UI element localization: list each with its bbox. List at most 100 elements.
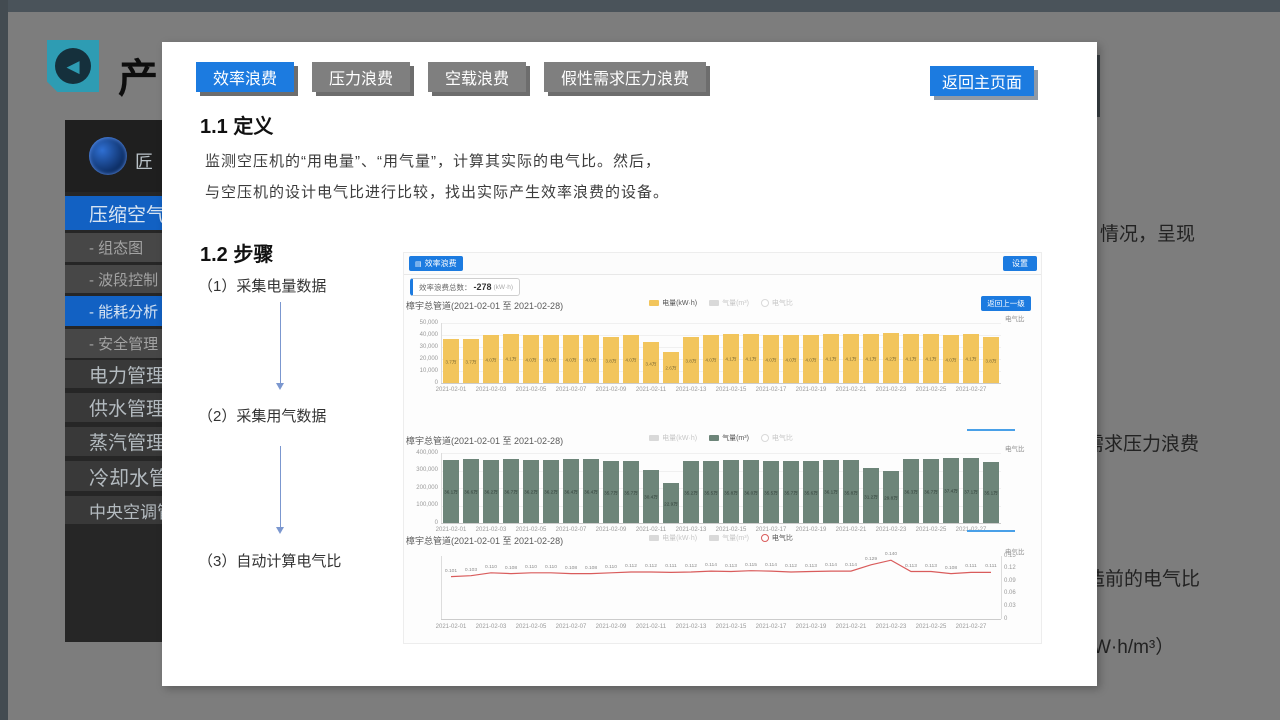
waste-tabs: 效率浪费压力浪费空载浪费假性需求压力浪费 [196, 62, 706, 92]
x-tick-label: 2021-02-21 [836, 624, 867, 630]
x-tick-label: 2021-02-11 [636, 624, 666, 630]
chart-3: 樟宇总管道(2021-02-01 至 2021-02-28)电量(kW·h)气量… [404, 253, 1041, 643]
x-tick-label: 2021-02-25 [916, 624, 947, 630]
point-value-label: 0.111 [665, 564, 677, 569]
embedded-screenshot: ▤ 效率浪费 设置 效率浪费总数： -278 (kW·h) 返回上一级 樟宇总管… [403, 252, 1042, 644]
app-logo-icon [89, 137, 127, 175]
point-value-label: 0.111 [965, 564, 977, 569]
point-value-label: 0.110 [545, 564, 557, 569]
point-value-label: 0.108 [505, 565, 517, 570]
chart-legend: 电量(kW·h) 气量(m³) 电气比 [441, 533, 1001, 543]
top-edge-strip [0, 0, 1280, 12]
background-text-fragment: W·h/m³） [1093, 632, 1174, 659]
step-item-3: （3）自动计算电气比 [198, 550, 341, 571]
sidebar-item[interactable]: - 组态图 [65, 233, 175, 262]
point-value-label: 0.111 [985, 564, 997, 569]
right-tick-label: 0.06 [1004, 590, 1016, 596]
background-text-fragment: 情况，呈现 [1100, 219, 1195, 246]
x-tick-label: 2021-02-07 [556, 624, 587, 630]
sidebar-item[interactable]: - 能耗分析 [65, 296, 175, 326]
x-tick-label: 2021-02-09 [596, 624, 627, 630]
background-text-fragment: 造前的电气比 [1086, 564, 1200, 591]
background-text-fragment: 需求压力浪费 [1085, 429, 1199, 456]
sidebar-item[interactable]: 供水管理 [65, 393, 175, 424]
sidebar-item[interactable]: 电力管理 [65, 360, 175, 390]
back-icon: ◀ [55, 48, 91, 84]
scroll-indicator [967, 530, 1015, 532]
sidebar-item[interactable]: 蒸汽管理 [65, 427, 175, 458]
x-tick-label: 2021-02-13 [676, 624, 707, 630]
point-value-label: 0.113 [725, 563, 737, 568]
point-value-label: 0.108 [945, 565, 957, 570]
point-value-label: 0.108 [565, 565, 577, 570]
sidebar-brand-label: 匠 [135, 148, 153, 174]
definition-line-2: 与空压机的设计电气比进行比较，找出实际产生效率浪费的设备。 [205, 181, 669, 202]
right-axis-line [1001, 556, 1002, 619]
slide-stage: ◀ 产品 匠 压缩空气- 组态图- 波段控制- 能耗分析- 安全管理电力管理供水… [0, 0, 1280, 720]
point-value-label: 0.140 [885, 552, 897, 557]
x-tick-label: 2021-02-27 [956, 624, 987, 630]
x-tick-label: 2021-02-05 [516, 624, 547, 630]
point-value-label: 0.110 [485, 564, 497, 569]
step-item-1: （1）采集电量数据 [198, 275, 326, 296]
sidebar-item[interactable]: 冷却水管 [65, 461, 175, 493]
point-value-label: 0.112 [785, 563, 797, 568]
background-artifact [1097, 55, 1100, 117]
point-value-label: 0.114 [765, 563, 777, 568]
x-tick-label: 2021-02-23 [876, 624, 907, 630]
down-arrow [280, 446, 281, 532]
sidebar-item[interactable]: - 安全管理 [65, 329, 175, 358]
sidebar-item[interactable]: 压缩空气 [65, 196, 175, 230]
point-value-label: 0.113 [905, 563, 917, 568]
steps-heading: 1.2 步骤 [200, 238, 273, 267]
sidebar-item[interactable]: 中央空调管 [65, 496, 175, 526]
tab-false-demand-waste[interactable]: 假性需求压力浪费 [544, 62, 706, 92]
x-tick-label: 2021-02-19 [796, 624, 827, 630]
x-axis-line [441, 619, 1001, 620]
down-arrow [280, 302, 281, 388]
definition-heading: 1.1 定义 [200, 110, 273, 139]
point-value-label: 0.112 [645, 563, 657, 568]
right-tick-label: 0.15 [1004, 553, 1016, 559]
x-tick-label: 2021-02-15 [716, 624, 747, 630]
point-value-label: 0.103 [465, 567, 477, 572]
right-tick-label: 0.12 [1004, 565, 1016, 571]
step-item-2: （2）采集用气数据 [198, 405, 326, 426]
point-value-label: 0.110 [605, 564, 617, 569]
legend-item[interactable]: 气量(m³) [709, 533, 749, 543]
right-tick-label: 0 [1004, 616, 1007, 622]
legend-ring-icon [761, 534, 769, 542]
point-value-label: 0.113 [925, 563, 937, 568]
slide-logo-chip: ◀ [47, 40, 99, 92]
right-tick-label: 0.09 [1004, 578, 1016, 584]
background-sidebar: 匠 压缩空气 - 组态图 - 波段控制 - 能耗分析 - 安全管理电力管理供水管理蒸汽管… [65, 120, 175, 642]
left-edge-strip [0, 0, 8, 720]
x-tick-label: 2021-02-03 [476, 624, 507, 630]
legend-swatch-icon [709, 535, 719, 541]
legend-swatch-icon [649, 535, 659, 541]
right-tick-label: 0.03 [1004, 603, 1016, 609]
x-tick-label: 2021-02-01 [436, 624, 467, 630]
tab-noload-waste[interactable]: 空载浪费 [428, 62, 526, 92]
legend-item[interactable]: 电气比 [761, 533, 793, 543]
point-value-label: 0.115 [745, 562, 757, 567]
point-value-label: 0.129 [865, 556, 877, 561]
legend-label: 电气比 [772, 533, 793, 543]
x-tick-label: 2021-02-17 [756, 624, 787, 630]
tab-efficiency-waste[interactable]: 效率浪费 [196, 62, 294, 92]
tab-pressure-waste[interactable]: 压力浪费 [312, 62, 410, 92]
legend-label: 气量(m³) [722, 533, 749, 543]
point-value-label: 0.114 [705, 563, 717, 568]
legend-label: 电量(kW·h) [662, 533, 697, 543]
content-panel: 效率浪费压力浪费空载浪费假性需求压力浪费 返回主页面 1.1 定义 监测空压机的… [162, 42, 1097, 686]
legend-item[interactable]: 电量(kW·h) [649, 533, 697, 543]
sidebar-item[interactable]: - 波段控制 [65, 265, 175, 293]
point-value-label: 0.114 [825, 563, 837, 568]
point-value-label: 0.108 [585, 565, 597, 570]
point-value-label: 0.114 [845, 563, 857, 568]
point-value-label: 0.110 [525, 564, 537, 569]
point-value-label: 0.113 [805, 563, 817, 568]
sidebar-brand-row: 匠 [65, 120, 175, 192]
return-home-button[interactable]: 返回主页面 [930, 66, 1034, 96]
point-value-label: 0.112 [685, 563, 697, 568]
